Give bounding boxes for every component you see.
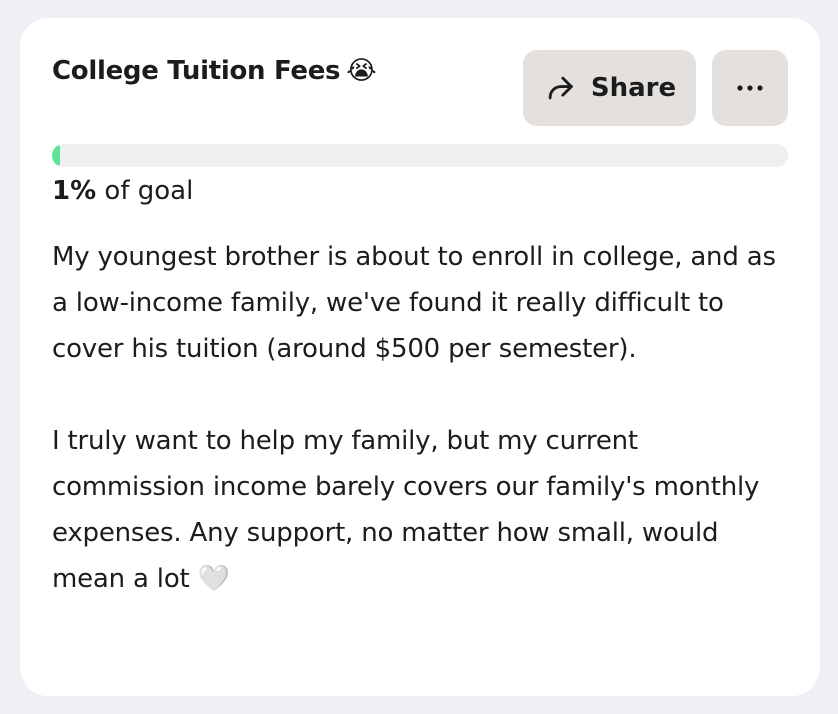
goal-progress-text: 1% of goal	[52, 176, 193, 206]
goal-progress-fill	[52, 144, 60, 167]
campaign-description: My youngest brother is about to enroll i…	[52, 242, 776, 594]
goal-progress-bar	[52, 144, 788, 167]
campaign-title-text: College Tuition Fees	[52, 56, 341, 86]
goal-suffix: of goal	[96, 176, 194, 206]
more-options-button[interactable]	[712, 50, 788, 126]
more-horizontal-icon	[735, 84, 765, 92]
crying-face-emoji: 😭	[346, 56, 377, 86]
campaign-title: College Tuition Fees 😭	[52, 56, 377, 86]
share-button[interactable]: Share	[523, 50, 696, 126]
campaign-card: College Tuition Fees 😭 Share 1% of goal M…	[20, 18, 820, 696]
share-icon	[543, 71, 577, 105]
goal-percent: 1%	[52, 176, 97, 206]
share-button-label: Share	[590, 73, 677, 103]
